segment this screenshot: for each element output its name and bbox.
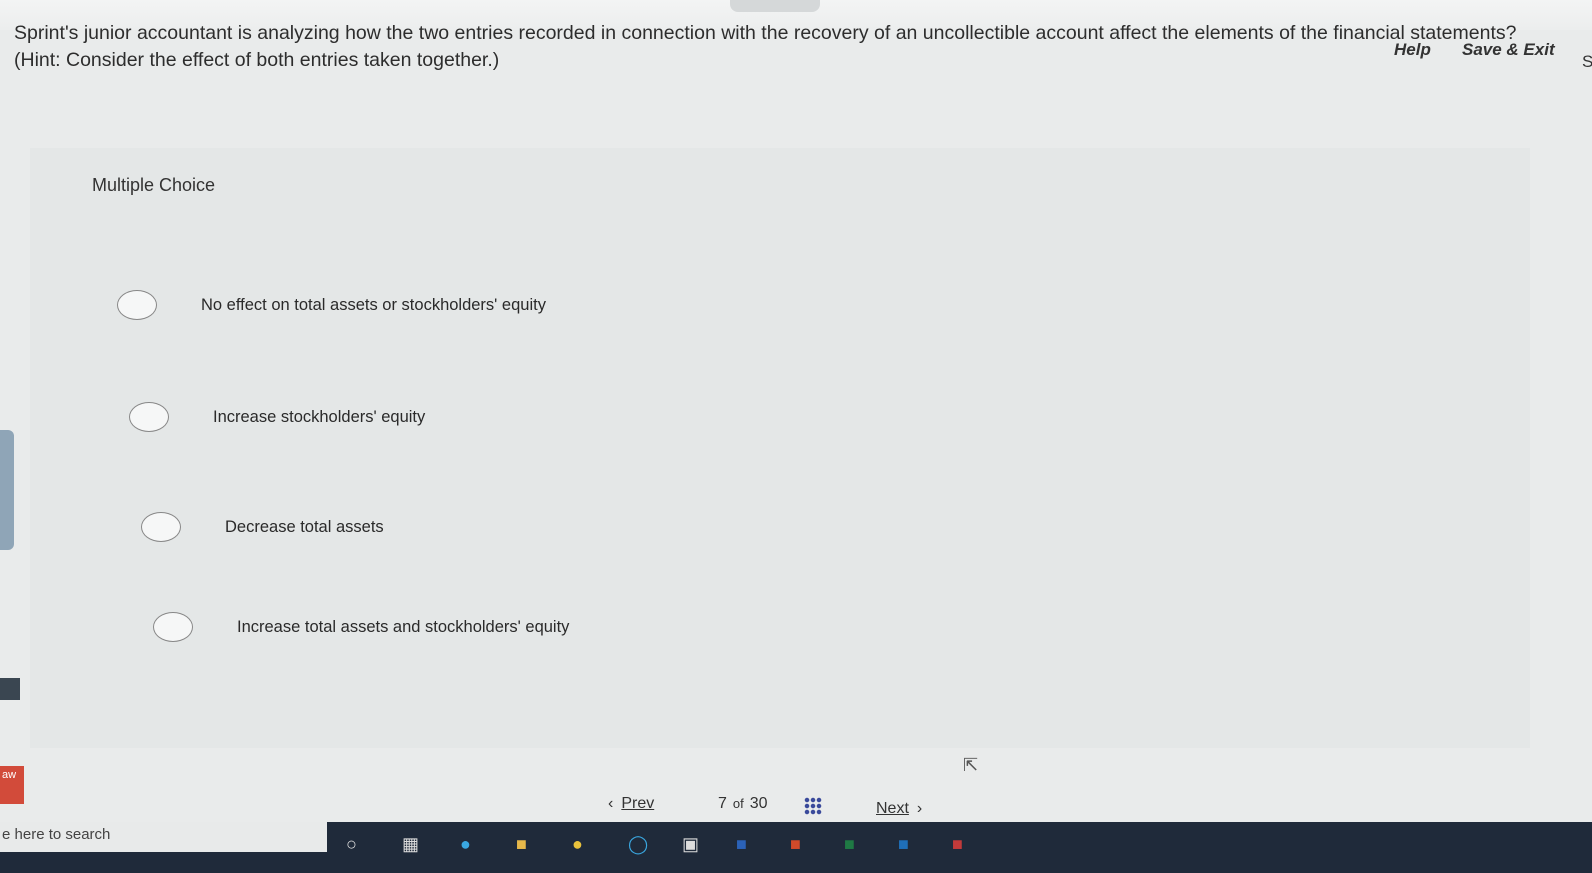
choice-label: Increase stockholders' equity [213,407,426,426]
app-badge[interactable]: aw [0,766,24,804]
edge-icon[interactable]: ● [460,834,471,855]
choice-label: Decrease total assets [225,517,384,536]
camera-notch [730,0,820,12]
store-icon[interactable]: ▣ [682,834,699,855]
choice-option-4[interactable]: Increase total assets and stockholders' … [153,612,569,642]
chevron-right-icon: › [916,800,923,817]
folder-icon[interactable]: ■ [516,834,527,855]
chrome-icon[interactable]: ● [572,834,583,855]
multiple-choice-label: Multiple Choice [92,175,216,195]
powerpoint-icon[interactable]: ■ [790,834,801,855]
app-icon[interactable]: ■ [952,834,963,855]
mouse-cursor-icon: ⇱ [963,755,979,775]
excel-icon[interactable]: ■ [844,834,855,855]
question-text: Sprint's junior accountant is analyzing … [14,22,1517,71]
dropdown-tab[interactable] [0,678,20,700]
outlook-icon[interactable]: ■ [898,834,909,855]
choice-label: No effect on total assets or stockholder… [201,295,546,314]
taskbar-search-input[interactable]: e here to search [0,822,327,852]
prev-button[interactable]: ‹ Prev [608,795,662,813]
next-label: Next [876,800,909,817]
answer-panel [30,148,1530,748]
choice-label: Increase total assets and stockholders' … [237,617,570,636]
radio-button[interactable] [141,512,181,542]
side-tab[interactable] [0,430,14,550]
radio-button[interactable] [129,402,169,432]
cortana-circle-icon[interactable]: ◯ [628,834,648,855]
choice-option-1[interactable]: No effect on total assets or stockholder… [117,290,546,320]
cut-off-label: S [1582,52,1592,71]
total-pages: 30 [749,795,768,812]
of-label: of [732,796,744,811]
prev-label: Prev [621,795,655,812]
radio-button[interactable] [117,290,157,320]
next-button[interactable]: Next › [868,800,922,818]
radio-button[interactable] [153,612,193,642]
choice-option-3[interactable]: Decrease total assets [141,512,384,542]
grid-icon[interactable] [804,797,822,815]
page-counter: 7 of 30 [718,795,768,813]
choice-option-2[interactable]: Increase stockholders' equity [129,402,425,432]
word-icon[interactable]: ■ [736,834,747,855]
chevron-left-icon: ‹ [608,795,614,812]
task-view-icon[interactable]: ▦ [402,834,419,855]
current-page: 7 [718,795,727,812]
cortana-icon[interactable]: ○ [346,834,357,855]
